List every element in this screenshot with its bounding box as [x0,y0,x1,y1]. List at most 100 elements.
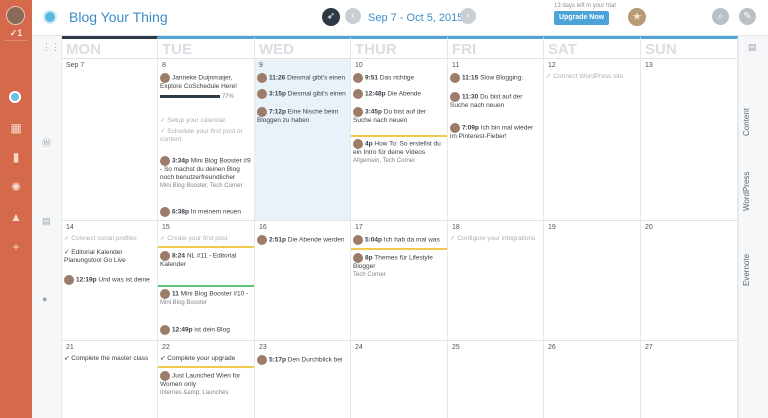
calendar-icon[interactable]: ▦ [9,121,23,135]
day-cell[interactable]: 23 5:17p Den Durchblick bei [255,341,351,418]
post-card[interactable]: 12:19p Und was ist deine [64,275,155,285]
post-time: 3:34p [172,157,189,165]
checklist-label: Complete your upgrade [167,355,236,362]
post-card[interactable]: 11:30 Du bist auf der Suche nach neuen [450,92,541,110]
day-cell[interactable]: 17 5:04p Ich hab da mal was 8p Themes fü… [351,221,448,340]
task-card[interactable]: Janneke Duijnmaijer, Explore CoSchedule … [160,73,252,101]
checklist-item[interactable]: ✓ Configure your integrations [450,235,541,243]
day-cell[interactable]: 26 [544,341,641,418]
avatar[interactable] [6,6,25,25]
post-time: 12:49p [172,326,193,334]
post-card[interactable]: 9:51 Das richtige [353,73,445,83]
day-cell[interactable]: 21 ➶ Complete the master class [62,341,158,418]
post-time: 6:38p [172,208,189,216]
sidebar-tab-wordpress[interactable]: WordPress [742,172,751,211]
date-number: Sep 7 [66,62,85,69]
day-cell[interactable]: 9 11:26 Diesmal gibt's einen 3:15p Diesm… [255,59,351,220]
post-card[interactable]: 5:17p Den Durchblick bei [257,355,348,365]
clipboard-icon[interactable]: ▤ [748,42,757,53]
category-bar [351,135,447,137]
day-cell[interactable]: 12 ✓ Connect WordPress site [544,59,641,220]
post-time: 8:24 [172,252,186,260]
post-time: 11 [172,290,179,298]
day-cell[interactable]: 14 ✓ Connect social profiles ✓ Editorial… [62,221,158,340]
checklist-item[interactable]: ✓ Schedule your first post or content [160,128,252,144]
date-number: 18 [452,224,460,231]
post-card[interactable]: 8p Themes für Lifestyle Blogger Tech Corn… [353,253,445,279]
post-card[interactable]: 6:38p In meinem neuen [160,207,252,217]
avatar [353,89,363,99]
date-number: 25 [452,344,460,351]
post-card[interactable]: 11:15 Slow Blogging: [450,73,541,83]
date-number: 26 [548,344,556,351]
post-card[interactable]: 3:15p Diesmal gibt's einen [257,89,348,99]
post-title: Diesmal gibt's einen [287,74,346,82]
checklist-item[interactable]: ✓ Create your first post [160,235,252,243]
day-cell[interactable]: Sep 7 [62,59,158,220]
date-number: 20 [645,224,653,231]
analytics-icon[interactable]: ▮ [9,150,23,164]
post-title: Du bist auf der Suche nach neuen [450,93,523,109]
day-cell[interactable]: 11 11:15 Slow Blogging: 11:30 Du bist au… [448,59,544,220]
checklist-item[interactable]: ✓ Connect WordPress site [546,73,638,81]
day-cell[interactable]: 16 2:51p Die Abende werden [255,221,351,340]
post-time: 12:48p [365,90,386,98]
date-number: 8 [162,62,166,69]
checklist-item[interactable]: ✓ Connect social profiles [64,235,155,243]
post-card[interactable]: 3:45p Du bist auf der Suche nach neuen [353,107,445,125]
post-card[interactable]: Just Launched Wien for Women only Interne… [160,371,252,397]
avatar [160,325,170,335]
sidebar-tab-content[interactable]: Content [742,108,751,136]
post-title: ist dein Blog [194,326,230,334]
calendar-dot-icon[interactable] [9,91,21,103]
day-cell[interactable]: 10 9:51 Das richtige 12:48p Die Abende 3… [351,59,448,220]
day-cell[interactable]: 13 [641,59,738,220]
post-card[interactable]: 8:24 NL #11 - Editorial Kalender [160,251,252,269]
logo-icon [43,10,57,24]
post-card[interactable]: 5:04p Ich hab da mal was [353,235,445,245]
warning-icon[interactable]: ▲ [9,210,23,224]
post-card[interactable]: 7:12p Eine Nische beim Bloggen zu haben [257,107,348,125]
post-card[interactable]: 12:49p ist dein Blog [160,325,252,335]
day-cell[interactable]: 22 ➶ Complete your upgrade Just Launched… [158,341,255,418]
search-icon[interactable]: ⌕ [712,8,729,25]
next-button[interactable]: › [460,8,476,24]
post-card[interactable]: 2:51p Die Abende werden [257,235,348,245]
checklist-item[interactable]: ✓ Setup your calendar [160,117,252,125]
day-cell[interactable]: 18 ✓ Configure your integrations [448,221,544,340]
star-icon[interactable]: ★ [628,8,646,26]
post-card[interactable]: 3:34p Mini Blog Booster #9 - So machst d… [160,156,252,190]
post-card[interactable]: 11 Mini Blog Booster #10 - Mini Blog Boos… [160,289,252,307]
date-range-dropdown[interactable]: Sep 7 - Oct 5, 2015 ▾ [368,11,472,24]
day-cell[interactable]: 15 ✓ Create your first post 8:24 NL #11 … [158,221,255,340]
checklist-item[interactable]: ➶ Complete your upgrade [160,355,252,363]
checklist-label: Schedule your first post or content [160,128,243,143]
day-cell[interactable]: 20 [641,221,738,340]
checklist-item[interactable]: ✓ Editorial Kalender Planungstool Go Liv… [64,249,155,265]
day-cell[interactable]: 25 [448,341,544,418]
day-cell[interactable]: 24 [351,341,448,418]
post-card[interactable]: 7:09p Ich bin mal wieder im Pinterest-Fi… [450,123,541,141]
upgrade-button[interactable]: Upgrade Now [554,11,609,25]
date-number: 19 [548,224,556,231]
checklist-item[interactable]: ➶ Complete the master class [64,355,155,363]
rail-check-count[interactable]: ✓1 [0,28,32,39]
checklist-label: Setup your calendar [167,117,226,124]
post-title: Das richtige [379,74,415,82]
post-card[interactable]: 4p How To: So erstellst du ein Intro für… [353,139,445,165]
day-cell[interactable]: 8 Janneke Duijnmaijer, Explore CoSchedul… [158,59,255,220]
day-cell[interactable]: 19 [544,221,641,340]
edit-icon[interactable]: ✎ [739,8,756,25]
settings-icon[interactable]: ✺ [9,180,23,194]
post-card[interactable]: 12:48p Die Abende [353,89,445,99]
sidebar-tab-evernote[interactable]: Evernote [742,254,751,286]
day-cell[interactable]: 27 [641,341,738,418]
date-number: 14 [66,224,74,231]
post-card[interactable]: 11:26 Diesmal gibt's einen [257,73,348,83]
left-tool-column: ⋮⋮⋮ Ⓦ ▤ ● [32,36,69,418]
date-number: 13 [645,62,653,69]
checklist-label: Create your first post [167,235,228,242]
rocket-icon[interactable]: ➶ [322,8,340,26]
prev-button[interactable]: ‹ [345,8,361,24]
add-icon[interactable]: + [9,240,23,254]
